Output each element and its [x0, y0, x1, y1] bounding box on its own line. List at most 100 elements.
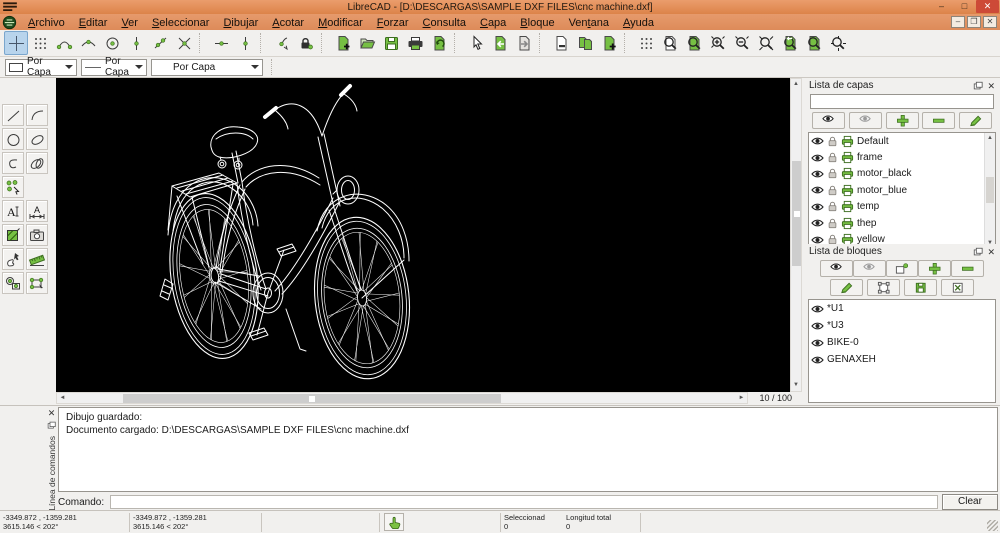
- zoom-window-button[interactable]: [682, 31, 706, 55]
- insert-image-button[interactable]: [26, 224, 48, 246]
- drawing-canvas[interactable]: [56, 78, 790, 392]
- layer-print-icon[interactable]: [841, 151, 854, 164]
- mdi-restore-button[interactable]: ❐: [967, 16, 981, 28]
- horizontal-scroll-thumb[interactable]: [123, 394, 501, 403]
- menu-forzar[interactable]: Forzar: [370, 17, 416, 29]
- layer-print-icon[interactable]: [841, 217, 854, 230]
- menu-acotar[interactable]: Acotar: [265, 17, 311, 29]
- snap-endpoint-button[interactable]: [52, 31, 76, 55]
- block-visibility-icon[interactable]: [811, 338, 824, 348]
- block-visibility-icon[interactable]: [811, 355, 824, 365]
- librecad-logo-icon[interactable]: [2, 15, 17, 30]
- action-status-button[interactable]: [384, 513, 404, 531]
- draw-arc-button[interactable]: [26, 104, 48, 126]
- hide-all-blocks-button[interactable]: [853, 260, 886, 277]
- draw-text-button[interactable]: A: [2, 200, 24, 222]
- close-panel-icon[interactable]: ✕: [48, 408, 56, 418]
- hide-all-layers-button[interactable]: [849, 112, 882, 129]
- menu-consulta[interactable]: Consulta: [416, 17, 473, 29]
- set-relative-zero-button[interactable]: [270, 31, 294, 55]
- close-panel-icon[interactable]: ✕: [987, 81, 995, 91]
- menu-dibujar[interactable]: Dibujar: [216, 17, 265, 29]
- layer-visibility-icon[interactable]: [811, 153, 824, 163]
- snap-free-button[interactable]: [4, 31, 28, 55]
- layer-row[interactable]: thep: [809, 215, 995, 231]
- mdi-minimize-button[interactable]: –: [951, 16, 965, 28]
- scroll-up-icon[interactable]: ▲: [791, 79, 801, 90]
- scroll-down-icon[interactable]: ▼: [791, 380, 801, 391]
- close-button[interactable]: ✕: [976, 0, 999, 13]
- grid-toggle-button[interactable]: [634, 31, 658, 55]
- layer-visibility-icon[interactable]: [811, 185, 824, 195]
- layer-filter-input[interactable]: [810, 94, 994, 109]
- select-pointer-button[interactable]: [464, 31, 488, 55]
- draw-ellipse-button[interactable]: [26, 128, 48, 150]
- scroll-right-icon[interactable]: ►: [736, 393, 747, 403]
- draw-circle-button[interactable]: [2, 128, 24, 150]
- menu-ver[interactable]: Ver: [114, 17, 145, 29]
- zoom-previous-button[interactable]: [778, 31, 802, 55]
- snap-middle-button[interactable]: [124, 31, 148, 55]
- open-drawing-button[interactable]: [355, 31, 379, 55]
- pen-color-combobox[interactable]: Por Capa: [5, 59, 77, 76]
- edit-layer-button[interactable]: [959, 112, 992, 129]
- clear-button[interactable]: Clear: [942, 494, 998, 510]
- redo-button[interactable]: [512, 31, 536, 55]
- layer-row[interactable]: temp: [809, 199, 995, 215]
- duplicate-window-button[interactable]: [573, 31, 597, 55]
- undo-button[interactable]: [488, 31, 512, 55]
- minimize-button[interactable]: –: [930, 0, 953, 13]
- snap-intersection-button[interactable]: [172, 31, 196, 55]
- layer-visibility-icon[interactable]: [811, 169, 824, 179]
- canvas-vertical-scrollbar[interactable]: ▲ ▼: [790, 78, 802, 392]
- layer-visibility-icon[interactable]: [811, 136, 824, 146]
- menu-bloque[interactable]: Bloque: [513, 17, 561, 29]
- draw-dimension-button[interactable]: A: [26, 200, 48, 222]
- layer-lock-icon[interactable]: [827, 201, 838, 212]
- command-input[interactable]: [110, 495, 938, 509]
- draw-ellipse-arc-button[interactable]: [26, 152, 48, 174]
- show-all-layers-button[interactable]: [812, 112, 845, 129]
- draw-hatch-button[interactable]: [2, 224, 24, 246]
- restrict-horizontal-button[interactable]: [209, 31, 233, 55]
- layer-print-icon[interactable]: [841, 200, 854, 213]
- select-entities-button[interactable]: [2, 248, 24, 270]
- lock-relative-zero-button[interactable]: [294, 31, 318, 55]
- layer-row[interactable]: Default: [809, 133, 995, 149]
- add-layer-button[interactable]: [886, 112, 919, 129]
- snap-grid-button[interactable]: [28, 31, 52, 55]
- draw-point-button[interactable]: [2, 176, 24, 198]
- print-drawing-button[interactable]: [403, 31, 427, 55]
- mdi-close-button[interactable]: ✕: [983, 16, 997, 28]
- layer-row[interactable]: frame: [809, 149, 995, 165]
- block-visibility-icon[interactable]: [811, 304, 824, 314]
- block-row[interactable]: *U1: [809, 300, 995, 317]
- snap-center-button[interactable]: [100, 31, 124, 55]
- vertical-scroll-thumb[interactable]: [792, 161, 801, 266]
- block-attributes-button[interactable]: [830, 279, 863, 296]
- pen-width-combobox[interactable]: Por Capa: [151, 59, 263, 76]
- new-window-button[interactable]: [597, 31, 621, 55]
- remove-block-button[interactable]: [951, 260, 984, 277]
- insert-block-button[interactable]: [26, 272, 48, 294]
- menu-ayuda[interactable]: Ayuda: [616, 17, 661, 29]
- menu-capa[interactable]: Capa: [473, 17, 513, 29]
- layer-visibility-icon[interactable]: [811, 202, 824, 212]
- zoom-in-button[interactable]: [706, 31, 730, 55]
- block-row[interactable]: BIKE-0: [809, 334, 995, 351]
- draw-line-button[interactable]: [2, 104, 24, 126]
- draw-polyline-button[interactable]: [2, 152, 24, 174]
- float-panel-icon[interactable]: [973, 81, 983, 91]
- create-block-button[interactable]: [2, 272, 24, 294]
- layer-visibility-icon[interactable]: [811, 218, 824, 228]
- layer-row[interactable]: motor_blue: [809, 182, 995, 198]
- new-drawing-button[interactable]: [331, 31, 355, 55]
- scroll-left-icon[interactable]: ◄: [57, 393, 68, 403]
- show-all-blocks-button[interactable]: [820, 260, 853, 277]
- save-block-button[interactable]: [904, 279, 937, 296]
- zoom-auto-button[interactable]: [754, 31, 778, 55]
- layer-row[interactable]: motor_black: [809, 166, 995, 182]
- menu-editar[interactable]: Editar: [72, 17, 115, 29]
- print-preview-button[interactable]: [427, 31, 451, 55]
- layer-list-scrollbar[interactable]: ▲▼: [984, 133, 995, 248]
